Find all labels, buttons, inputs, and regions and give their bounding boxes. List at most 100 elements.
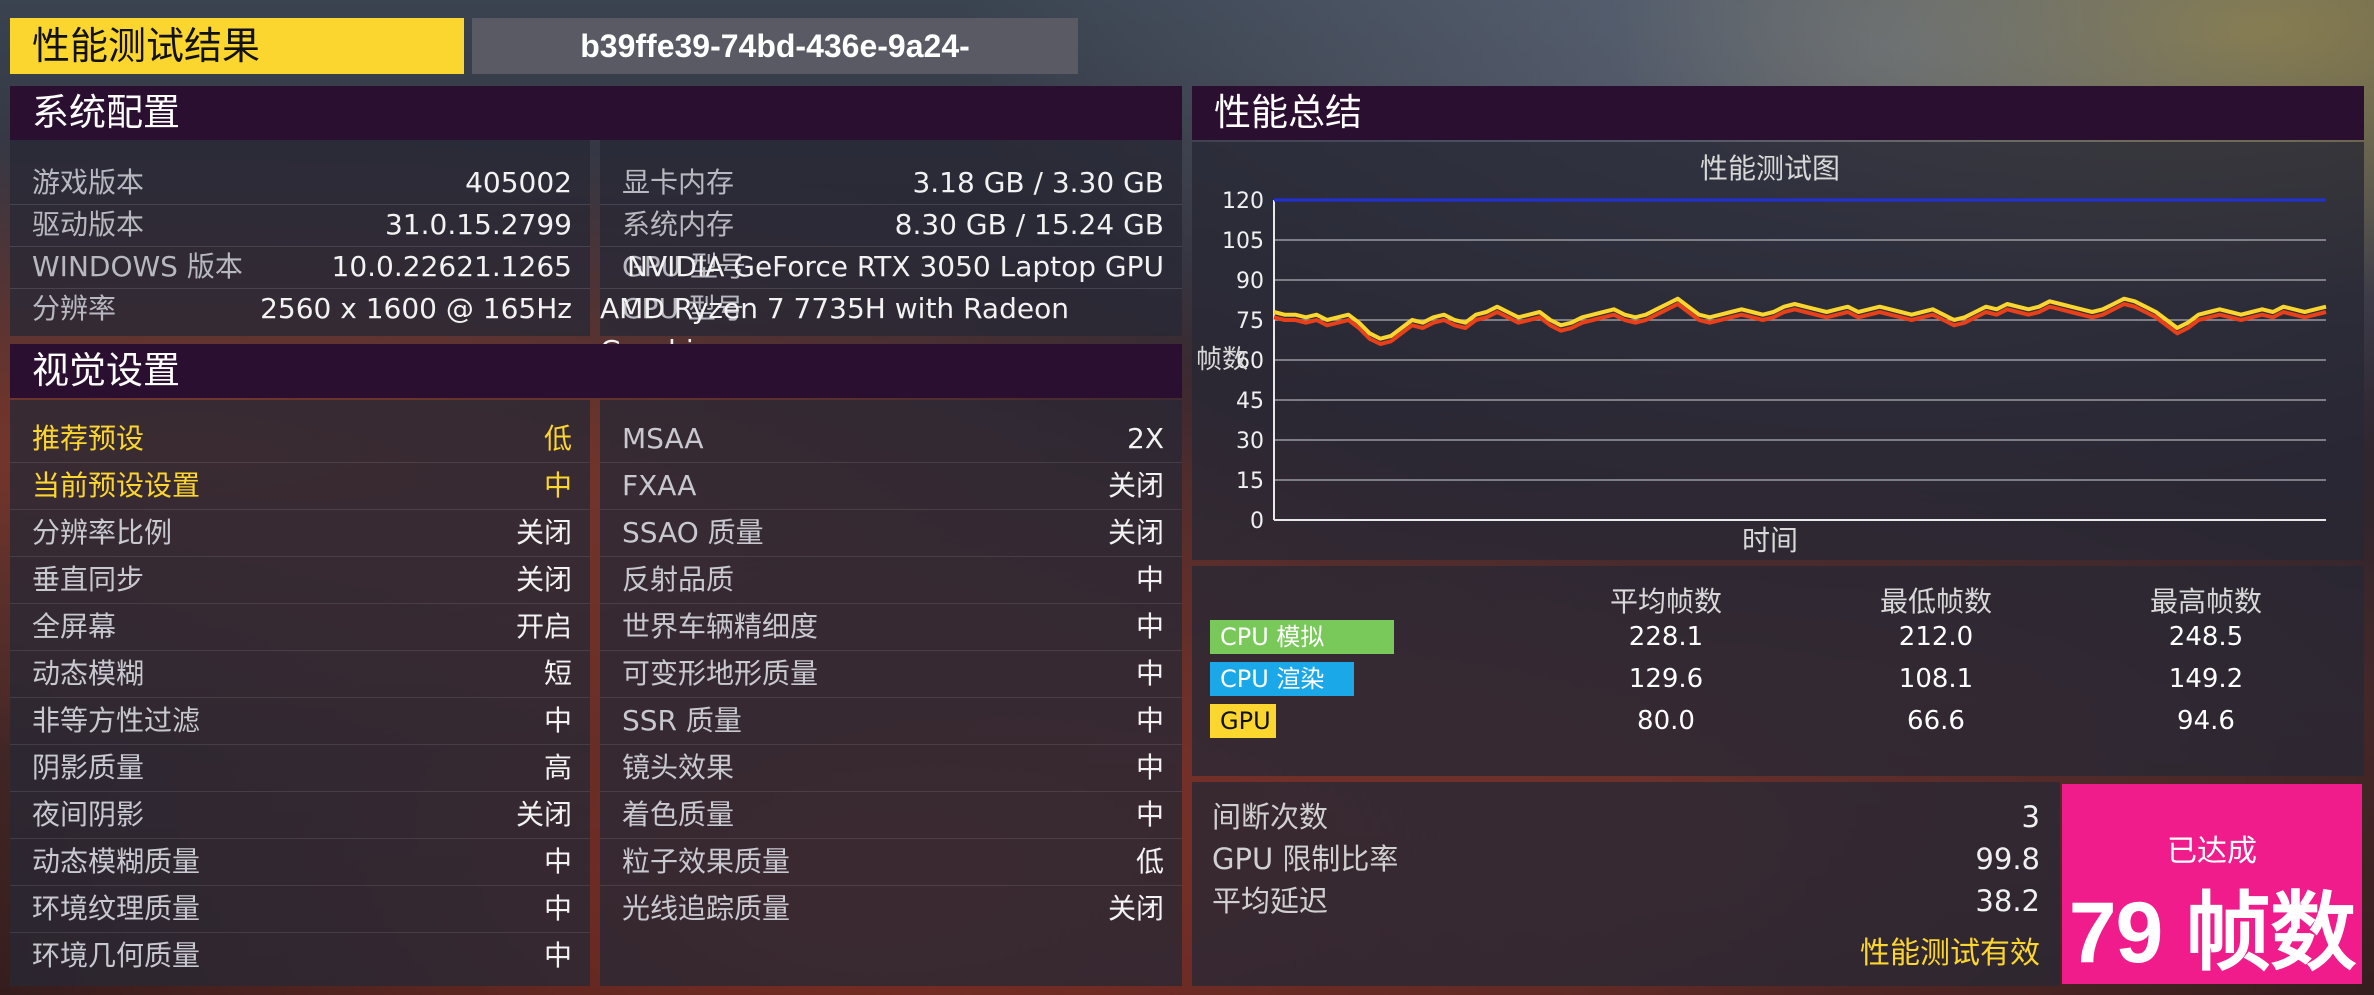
visual-value: 中 [543,939,572,972]
visual-value: 关闭 [1107,892,1164,925]
visual-value: 中 [1135,751,1164,784]
cpu-render-avg: 129.6 [1628,664,1704,694]
visual-value: 高 [543,751,572,784]
gpu-avg: 80.0 [1637,706,1695,736]
visual-value: 低 [1135,845,1164,878]
x-axis-label: 时间 [1742,524,1798,557]
sys-value: 8.30 GB / 15.24 GB [894,208,1164,241]
visual-value: 2X [1127,422,1164,455]
y-tick-label: 90 [1236,269,1264,294]
visual-row: FXAA 关闭 [600,463,1182,510]
achieved-fps-tile: 已达成 79 帧数 [2062,784,2362,984]
visual-row: SSR 质量 中 [600,698,1182,745]
sys-row: 驱动版本 31.0.15.2799 [10,204,590,247]
visual-value: 中 [1135,563,1164,596]
sys-label: 系统内存 [622,208,735,241]
visual-row: 镜头效果 中 [600,745,1182,792]
gpu-max: 94.6 [2177,706,2235,736]
visual-label: 着色质量 [622,798,735,831]
visual-value: 关闭 [515,798,572,831]
system-config-header: 系统配置 [10,86,1182,140]
visual-value: 低 [543,422,572,455]
visual-label: 环境纹理质量 [32,892,201,925]
visual-label: 粒子效果质量 [622,845,791,878]
y-tick-label: 30 [1236,429,1264,454]
sys-value: NVIDIA GeForce RTX 3050 Laptop GPU [627,250,1164,283]
visual-value: 中 [543,845,572,878]
visual-value: 关闭 [1107,469,1164,502]
sys-value: 2560 x 1600 @ 165Hz [260,292,572,325]
sys-label: 显卡内存 [622,166,735,199]
results-title: 性能测试结果 [10,18,464,74]
visual-label: 全屏幕 [32,610,117,643]
sys-row: GPU 型号 NVIDIA GeForce RTX 3050 Laptop GPU [600,246,1182,289]
y-tick-label: 0 [1250,509,1264,534]
visual-label: 分辨率比例 [32,516,173,549]
badge-cpu-render: CPU 渲染 [1210,662,1354,696]
visual-row: 反射品质 中 [600,557,1182,604]
visual-label: 环境几何质量 [32,939,201,972]
sys-row: 游戏版本 405002 [10,162,590,205]
visual-value: 关闭 [1107,516,1164,549]
visual-value: 中 [1135,704,1164,737]
visual-row: 推荐预设 低 [10,416,590,463]
visual-row: 阴影质量 高 [10,745,590,792]
valid-status: 性能测试有效 [1860,936,2040,971]
visual-settings-title: 视觉设置 [32,349,180,392]
visual-row: 垂直同步 关闭 [10,557,590,604]
col-max-header: 最高帧数 [2149,585,2262,618]
run-id: b39ffe39-74bd-436e-9a24-c71d5c754d7c [472,18,1078,120]
visual-row: 世界车辆精细度 中 [600,604,1182,651]
visual-value: 关闭 [515,516,572,549]
y-tick-label: 75 [1236,309,1264,334]
visual-settings-right: MSAA 2X FXAA 关闭 SSAO 质量 关闭 反射品质中 世界车辆精细度中 可… [600,400,1182,986]
visual-label: 光线追踪质量 [622,892,791,925]
summary-title: 性能总结 [1214,91,1362,134]
cpu-render-min: 108.1 [1898,664,1974,694]
sys-label: 分辨率 [32,292,117,325]
visual-value: 关闭 [515,563,572,596]
sys-row: CPU 型号AMD Ryzen 7 7735H with Radeon Grap… [600,288,1182,367]
cpu-sim-max: 248.5 [2168,622,2244,652]
sys-value: 10.0.22621.1265 [331,250,572,283]
visual-value: 中 [543,704,572,737]
cpu-sim-avg: 228.1 [1628,622,1704,652]
visual-row: 环境几何质量 中 [10,933,590,979]
visual-row: 着色质量 中 [600,792,1182,839]
col-min-header: 最低帧数 [1879,585,1992,618]
chart-title: 性能测试图 [1700,152,1840,185]
visual-row: SSAO 质量 关闭 [600,510,1182,557]
stat-label: 间断次数 [1212,800,1329,834]
sys-value: 405002 [465,166,572,199]
visual-value: 中 [543,469,572,502]
stat-latency: 平均延迟 38.2 [1200,880,2040,922]
sys-value: 31.0.15.2799 [384,208,572,241]
badge-gpu: GPU [1210,704,1276,738]
visual-label: 当前预设设置 [32,469,201,502]
stat-value: 99.8 [1975,842,2040,876]
visual-settings-left: 推荐预设低 当前预设设置中 分辨率比例 关闭 垂直同步 关闭 全屏幕 开启 动态模糊短… [10,400,590,986]
visual-row: 可变形地形质量 中 [600,651,1182,698]
visual-label: 动态模糊 [32,657,145,690]
visual-row: 分辨率比例 关闭 [10,510,590,557]
summary-table-panel: 平均帧数 最低帧数 最高帧数 CPU 模拟 228.1 212.0 248.5 … [1192,566,2364,776]
sys-row: 分辨率 2560 x 1600 @ 165Hz [10,288,590,330]
sys-label: WINDOWS 版本 [32,250,243,283]
visual-row: 当前预设设置 中 [10,463,590,510]
visual-label: 非等方性过滤 [32,704,201,737]
visual-row: 环境纹理质量 中 [10,886,590,933]
y-tick-label: 45 [1236,389,1264,414]
visual-label: 可变形地形质量 [622,657,819,690]
gpu-min: 66.6 [1907,706,1965,736]
visual-settings-header: 视觉设置 [10,344,1182,398]
sys-row: WINDOWS 版本 10.0.22621.1265 [10,246,590,289]
visual-row: 粒子效果质量 低 [600,839,1182,886]
visual-row: 夜间阴影 关闭 [10,792,590,839]
performance-chart: 性能测试图0153045607590105120帧数时间 [1196,152,2327,557]
visual-value: 短 [543,657,572,690]
achieved-value: 79 帧数 [2068,885,2357,981]
stat-value: 3 [2021,800,2040,834]
visual-row: 非等方性过滤 中 [10,698,590,745]
visual-label: 世界车辆精细度 [622,610,819,643]
series-line [1273,296,2327,341]
